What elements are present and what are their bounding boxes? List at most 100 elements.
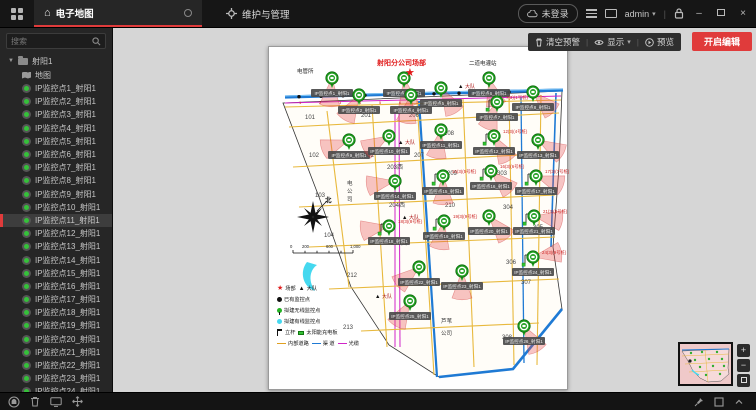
pin-label: IP监控点23_射阳1 <box>443 283 481 290</box>
site-map[interactable]: 123456 101102103104201202203西204西205西206… <box>268 46 568 390</box>
tree-item-label: IP监控点5_射阳1 <box>35 136 96 147</box>
svg-text:212: 212 <box>347 273 358 279</box>
camera-icon <box>22 124 31 133</box>
pin-label: IP监控点16_射阳1 <box>472 183 510 190</box>
tree-item-camera[interactable]: IP监控点9_射阳1 <box>0 188 112 201</box>
tree-item-camera[interactable]: IP监控点19_射阳1 <box>0 319 112 332</box>
tree-item-camera[interactable]: IP监控点11_射阳1 <box>0 214 112 227</box>
tree-item-camera[interactable]: IP监控点17_射阳1 <box>0 293 112 306</box>
camera-glyph <box>487 215 490 217</box>
tree-item-label: IP监控点1_射阳1 <box>35 83 96 94</box>
lock-icon[interactable] <box>674 8 684 19</box>
solar-panel-icon <box>486 108 489 111</box>
svg-text:公: 公 <box>347 189 353 195</box>
tree-item-label: IP监控点20_射阳1 <box>35 334 100 345</box>
tree-item-camera[interactable]: IP监控点15_射阳1 <box>0 267 112 280</box>
legend-row: 拟建无线监控点 <box>277 305 369 316</box>
pin-label: IP监控点26_射阳1 <box>505 338 543 345</box>
solar-panel-icon <box>432 182 435 185</box>
pin-note: 21(3)(8号桩) <box>543 208 568 215</box>
camera-glyph <box>387 225 390 227</box>
zoom-in-button[interactable]: + <box>737 344 750 357</box>
tree-item-camera[interactable]: IP监控点10_射阳1 <box>0 201 112 214</box>
monitor-icon[interactable] <box>50 397 62 407</box>
preview-button[interactable]: 预览 <box>645 36 674 48</box>
triangle-icon: ▲ <box>299 286 305 292</box>
camera-glyph <box>495 101 498 103</box>
tree-item-camera[interactable]: IP监控点7_射阳1 <box>0 161 112 174</box>
tree-item-camera[interactable]: IP监控点8_射阳1 <box>0 174 112 187</box>
minimap[interactable] <box>678 342 733 386</box>
tree-item-camera[interactable]: IP监控点16_射阳1 <box>0 280 112 293</box>
tree-item-camera[interactable]: IP监控点22_射阳1 <box>0 359 112 372</box>
restore-button[interactable] <box>714 8 728 19</box>
divider: | <box>664 9 666 19</box>
cloud-icon <box>527 10 538 18</box>
zoom-fit-button[interactable] <box>737 374 750 387</box>
tab-close-icon[interactable] <box>184 9 192 17</box>
tree-item-map[interactable]: 地图 <box>0 68 112 82</box>
user-menu[interactable]: admin ▾ <box>625 9 656 19</box>
collapse-icon[interactable] <box>734 398 744 405</box>
tree-item-camera[interactable]: IP监控点12_射阳1 <box>0 227 112 240</box>
legend-label: 太阳能充电板 <box>306 329 337 336</box>
minimize-button[interactable]: – <box>692 8 706 19</box>
close-button[interactable]: × <box>736 8 750 19</box>
pin-icon[interactable] <box>694 397 704 407</box>
tree-item-label: IP监控点6_射阳1 <box>35 149 96 160</box>
list-icon[interactable] <box>586 9 597 18</box>
tree-item-camera[interactable]: IP监控点6_射阳1 <box>0 148 112 161</box>
tab-maintenance-label: 维护与管理 <box>242 7 290 21</box>
screen-icon[interactable] <box>605 9 617 18</box>
alarm-icon[interactable] <box>8 396 20 408</box>
tree-item-camera[interactable]: IP监控点21_射阳1 <box>0 346 112 359</box>
map-viewport[interactable]: 清空预警 | 显示 ▾ | 预览 开启编辑 <box>113 28 756 392</box>
camera-glyph <box>417 266 420 268</box>
device-tree: ▼ 射阳1 地图 IP监控点1_射阳1IP监控点2_射阳1IP监控点3_射阳1 I… <box>0 54 112 392</box>
tab-maintenance[interactable]: 维护与管理 <box>216 0 300 27</box>
tree-item-camera[interactable]: IP监控点3_射阳1 <box>0 108 112 121</box>
display-dropdown[interactable]: 显示 ▾ <box>594 36 631 48</box>
statusbar-left <box>8 396 83 408</box>
svg-text:电: 电 <box>347 179 353 187</box>
zoom-out-button[interactable]: − <box>737 359 750 372</box>
camera-glyph <box>442 220 445 222</box>
tree-item-label: IP监控点3_射阳1 <box>35 109 96 120</box>
divider: | <box>586 37 588 47</box>
camera-glyph <box>441 175 444 177</box>
tree-item-camera[interactable]: IP监控点4_射阳1 <box>0 122 112 135</box>
camera-icon <box>22 176 31 185</box>
window-icon[interactable] <box>714 397 724 407</box>
trash-icon[interactable] <box>30 396 40 407</box>
tree-item-camera[interactable]: IP监控点23_射阳1 <box>0 372 112 385</box>
pin-label: IP监控点1_射阳1 <box>315 90 350 97</box>
camera-glyph <box>489 170 492 172</box>
tree-item-camera[interactable]: IP监控点24_射阳1 <box>0 385 112 392</box>
tree-item-label: IP监控点18_射阳1 <box>35 307 100 318</box>
search-icon[interactable] <box>92 37 101 46</box>
tree-item-camera[interactable]: IP监控点13_射阳1 <box>0 240 112 253</box>
tree-item-camera[interactable]: IP监控点20_射阳1 <box>0 333 112 346</box>
svg-text:大队: 大队 <box>382 293 392 300</box>
start-edit-button[interactable]: 开启编辑 <box>692 32 752 51</box>
tree-item-label: IP监控点14_射阳1 <box>35 255 100 266</box>
tree-item-camera[interactable]: IP监控点18_射阳1 <box>0 306 112 319</box>
statusbar <box>0 392 756 410</box>
login-status-button[interactable]: 未登录 <box>518 4 578 23</box>
app-menu-button[interactable] <box>0 0 34 27</box>
legend-label: 渠 道 <box>323 340 335 347</box>
tab-emap[interactable]: ⌂ 电子地图 <box>34 0 202 27</box>
tree-item-camera[interactable]: IP监控点1_射阳1 <box>0 82 112 95</box>
search-input[interactable] <box>11 37 92 46</box>
tree-item-label: IP监控点7_射阳1 <box>35 162 96 173</box>
tree-item-camera[interactable]: IP监控点5_射阳1 <box>0 135 112 148</box>
clear-alarm-button[interactable]: 清空预警 <box>535 36 580 48</box>
map-legend: ★场部▲大队已有监控点拟建无线监控点拟建有线监控点立杆太阳能充电板内部道路渠 道… <box>277 283 369 349</box>
solar-panel-icon <box>480 177 483 180</box>
pan-icon[interactable] <box>72 396 83 407</box>
tree-item-label: IP监控点11_射阳1 <box>35 215 100 226</box>
tree-group[interactable]: ▼ 射阳1 <box>0 54 112 68</box>
tree-item-camera[interactable]: IP监控点2_射阳1 <box>0 95 112 108</box>
tree-item-camera[interactable]: IP监控点14_射阳1 <box>0 253 112 266</box>
camera-icon <box>22 282 31 291</box>
